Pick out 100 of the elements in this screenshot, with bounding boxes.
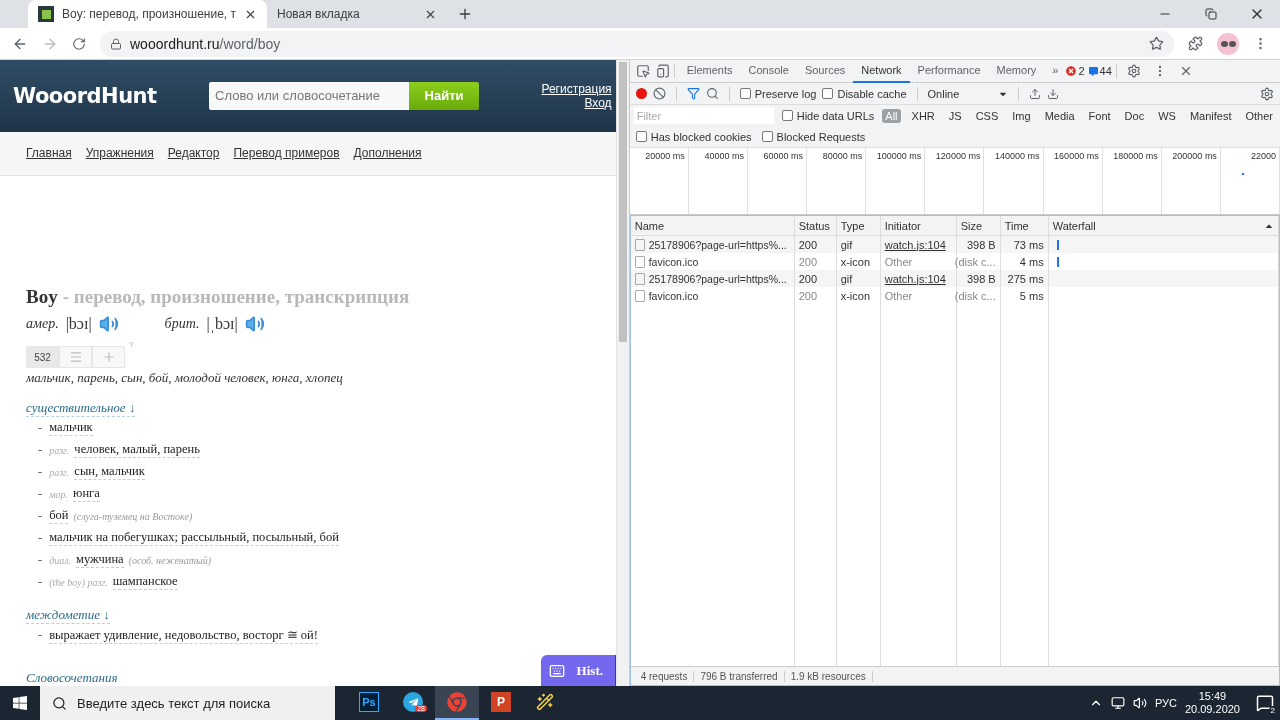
size-cell: (disk c...	[956, 287, 1001, 304]
network-icon[interactable]	[1110, 696, 1125, 710]
type-filter[interactable]: Media	[1041, 108, 1078, 123]
entry-word: Boy	[26, 286, 58, 308]
type-filter[interactable]: Other	[1242, 108, 1276, 123]
waterfall-bar	[1056, 239, 1059, 250]
nav-link[interactable]: Редактор	[167, 146, 220, 161]
search-icon[interactable]	[705, 87, 719, 100]
notifications-icon[interactable]: 2	[1256, 694, 1274, 712]
auth-link[interactable]: Вход	[584, 95, 612, 110]
message-count[interactable]: 44	[1099, 65, 1112, 77]
site-logo[interactable]: WooordHunt	[13, 83, 157, 108]
volume-icon[interactable]	[1132, 696, 1147, 710]
devtools-tab[interactable]: Console	[740, 59, 797, 83]
type-filter[interactable]: XHR	[908, 108, 938, 123]
device-icon[interactable]	[655, 64, 670, 78]
settings-icon[interactable]	[1260, 86, 1274, 101]
dash-mark: -	[38, 442, 43, 458]
speaker-icon[interactable]	[98, 314, 119, 334]
error-count[interactable]: 2	[1078, 65, 1085, 77]
devtools-tab[interactable]: Sources	[796, 59, 854, 83]
translation-note: (особ. неженатый)	[128, 554, 212, 566]
lock-icon	[110, 37, 122, 50]
search-field[interactable]: Слово или словосочетание	[209, 81, 410, 110]
type-filter[interactable]: Font	[1085, 108, 1114, 123]
type-filter[interactable]: Doc	[1121, 108, 1148, 123]
puzzle-icon[interactable]	[1188, 36, 1203, 51]
auth-link[interactable]: Регистрация	[541, 81, 612, 96]
disable-cache-checkbox[interactable]: Disable cache	[822, 87, 907, 100]
keyboard-icon	[548, 662, 565, 679]
settings-icon[interactable]	[1126, 64, 1141, 78]
clear-icon[interactable]	[652, 87, 666, 100]
taskbar-app[interactable]: P	[479, 686, 523, 720]
translation-text[interactable]: шампанское	[112, 574, 178, 590]
more-tabs[interactable]: »	[1044, 59, 1067, 83]
translation-text[interactable]: мальчик	[49, 420, 93, 436]
scrollbar[interactable]	[615, 60, 629, 686]
blocked-requests-checkbox[interactable]: Blocked Requests	[761, 130, 866, 143]
translation-text[interactable]: мальчик на побегушках; рассыльный, посыльный, бой	[49, 530, 339, 546]
nav-link[interactable]: Перевод примеров	[233, 146, 340, 161]
devtools-tab[interactable]: Elements	[678, 59, 741, 83]
dash-mark: -	[38, 420, 43, 436]
nav-link[interactable]: Главная	[26, 146, 72, 161]
tab-title: Новая вкладка	[277, 7, 361, 21]
avatar-icon[interactable]	[1217, 32, 1239, 55]
filter-icon[interactable]	[686, 87, 700, 100]
blocked-cookies-checkbox[interactable]: Has blocked cookies	[635, 130, 752, 143]
file-icon	[634, 255, 645, 268]
translation-text[interactable]: юнга	[73, 486, 100, 502]
request-name[interactable]: favicon.ico	[630, 287, 795, 304]
nav-link[interactable]: Дополнения	[353, 146, 422, 161]
part-of-speech-heading[interactable]: существительное ↓	[26, 400, 136, 417]
file-icon	[634, 272, 645, 285]
browser-tab[interactable]: Boy: перевод, произношение, т	[28, 0, 267, 28]
translation-text[interactable]: выражает удивление, недовольство, восторг ≅ ой!	[49, 626, 318, 644]
hide-data-urls-checkbox[interactable]: Hide data URLs	[781, 109, 875, 122]
taskbar-search-field[interactable]: Введите здесь текст для поиска	[40, 686, 335, 720]
nav-link[interactable]: Упражнения	[85, 146, 154, 161]
column-header[interactable]: Status	[794, 216, 837, 236]
star-icon[interactable]	[1149, 36, 1164, 51]
reload-icon[interactable]	[72, 36, 86, 51]
inspect-icon[interactable]	[635, 64, 650, 78]
column-header[interactable]: Time	[1000, 216, 1049, 236]
filter-field[interactable]: Filter	[633, 107, 774, 124]
devtools-tab[interactable]: Performance	[909, 59, 989, 83]
timeline-tick: 100000 ms	[866, 148, 926, 214]
photoshop-icon: Ps	[359, 692, 379, 712]
timeline-tick: 22000	[1220, 148, 1280, 214]
column-header[interactable]: Initiator	[880, 216, 957, 236]
download-icon[interactable]	[1046, 87, 1059, 100]
taskbar-app[interactable]: Ps	[347, 686, 391, 720]
column-header[interactable]: Size	[956, 216, 1001, 236]
record-icon[interactable]	[635, 88, 647, 99]
address-bar[interactable]: wooordhunt.ru/word/boy	[100, 30, 1174, 57]
type-filter[interactable]: CSS	[972, 108, 1002, 123]
type-filter[interactable]: JS	[945, 108, 965, 123]
history-button[interactable]: Hist.	[540, 655, 616, 686]
taskbar-app[interactable]	[435, 686, 479, 720]
column-header[interactable]: Type	[836, 216, 881, 236]
preserve-log-checkbox[interactable]: Preserve log	[739, 87, 817, 100]
url-text: wooordhunt.ru/word/boy	[130, 35, 281, 52]
browser-tab[interactable]: Новая вкладка	[267, 0, 447, 28]
translation-text[interactable]: мужчина	[76, 552, 124, 568]
devtools-tab[interactable]: Memory	[988, 59, 1045, 83]
part-of-speech-heading[interactable]: междометие ↓	[26, 607, 110, 624]
clock[interactable]: 15:49 20.09.2020	[1184, 690, 1240, 716]
upload-icon[interactable]	[1028, 87, 1041, 100]
throttle-dropdown[interactable]: Online	[927, 87, 1008, 100]
column-header[interactable]: Name	[630, 216, 795, 236]
speaker-icon[interactable]	[244, 314, 265, 334]
column-header[interactable]: Waterfall	[1048, 216, 1279, 236]
translation-text[interactable]: сын, мальчик	[74, 464, 145, 480]
translation-text[interactable]: человек, малый, парень	[74, 442, 200, 458]
type-filter[interactable]: WS	[1155, 108, 1179, 123]
type-filter[interactable]: Img	[1009, 108, 1034, 123]
language-indicator[interactable]: РУС	[1154, 697, 1177, 709]
dash-mark: -	[38, 486, 43, 502]
translation-text[interactable]: бой	[49, 508, 69, 524]
new-tab-icon[interactable]	[457, 6, 473, 22]
type-filter[interactable]: Manifest	[1186, 108, 1235, 123]
